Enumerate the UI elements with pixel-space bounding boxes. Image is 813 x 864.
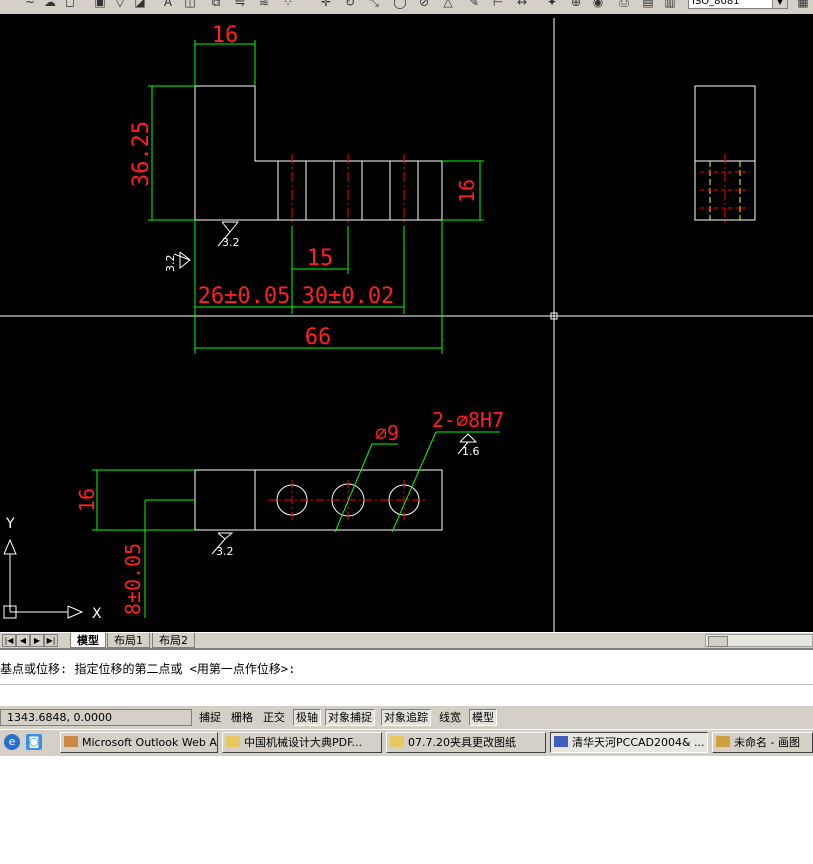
task-folder-drawings-label: 07.7.20夹具更改图纸 <box>408 736 516 749</box>
dim-height: 36.25 <box>129 121 154 187</box>
outlook-icon <box>64 736 78 747</box>
taskbar: e ◙ Microsoft Outlook Web A... 中国机械设计大典P… <box>0 729 813 756</box>
model-toggle[interactable]: 模型 <box>469 709 497 726</box>
hatch-icon[interactable]: ▽ <box>112 0 128 10</box>
layout-icon[interactable]: ▤ <box>640 0 656 10</box>
revcloud-icon[interactable]: ☁ <box>42 0 58 10</box>
command-window[interactable]: 基点或位移: 指定位移的第二点或 <用第一点作位移>: <box>0 648 813 707</box>
task-folder-pdf[interactable]: 中国机械设计大典PDF... <box>222 732 382 753</box>
array-icon[interactable]: ⁘ <box>280 0 296 10</box>
pccad-icon <box>554 736 568 747</box>
polar-toggle[interactable]: 极轴 <box>293 709 321 726</box>
plan-view <box>194 469 443 531</box>
spline-icon[interactable]: ~ <box>22 0 38 10</box>
next-tab-icon[interactable]: ▶ <box>30 634 44 647</box>
dim-hole-spec: 2-⌀8H7 <box>432 408 504 432</box>
properties-icon[interactable]: ◉ <box>590 0 606 10</box>
coordinates-readout: 1343.6848, 0.0000 <box>0 709 192 726</box>
task-folder-drawings[interactable]: 07.7.20夹具更改图纸 <box>386 732 546 753</box>
linetype-icon[interactable]: ▦ <box>795 0 811 10</box>
horizontal-scrollbar[interactable] <box>705 634 813 647</box>
side-view <box>694 85 756 226</box>
task-outlook[interactable]: Microsoft Outlook Web A... <box>60 732 218 753</box>
tab-model[interactable]: 模型 <box>70 633 106 648</box>
command-input-divider <box>0 684 813 685</box>
scale-icon[interactable]: ⤡ <box>366 0 382 10</box>
gradient-icon[interactable]: ◪ <box>132 0 148 10</box>
rotate-icon[interactable]: ↻ <box>342 0 358 10</box>
osnap-toggle[interactable]: 对象捕捉 <box>325 709 375 726</box>
plot-icon[interactable]: ▥ <box>662 0 678 10</box>
tangent-snap-icon[interactable]: ⊘ <box>416 0 432 10</box>
folder-icon <box>226 736 240 747</box>
roughness-3: 1.6 <box>462 445 480 458</box>
insert-icon[interactable]: ▣ <box>92 0 108 10</box>
dim-plan-offset: 8±0.05 <box>121 543 145 615</box>
move-icon[interactable]: ✛ <box>318 0 334 10</box>
lineweight-toggle[interactable]: 线宽 <box>436 709 464 726</box>
circle-snap-icon[interactable]: ◯ <box>392 0 408 10</box>
task-paint[interactable]: 未命名 - 画图 <box>712 732 813 753</box>
roughness-symbols <box>173 221 478 555</box>
quicklaunch-icon[interactable]: ◙ <box>26 734 42 750</box>
tab-layout2[interactable]: 布局2 <box>152 633 195 648</box>
paint-icon <box>716 736 730 747</box>
dim-step-height: 16 <box>455 179 479 203</box>
triangle-icon[interactable]: △ <box>440 0 456 10</box>
status-bar: 1343.6848, 0.0000 捕捉 栅格 正交 极轴 对象捕捉 对象追踪 … <box>0 705 813 730</box>
measure-icon[interactable]: ⊢ <box>490 0 506 10</box>
dim-26: 26±0.05 <box>198 284 291 309</box>
last-tab-icon[interactable]: ▶| <box>44 634 58 647</box>
scroll-thumb[interactable] <box>708 636 728 647</box>
offset-icon[interactable]: ≋ <box>256 0 272 10</box>
text-icon[interactable]: A <box>160 0 176 10</box>
region-icon[interactable]: ◫ <box>182 0 198 10</box>
ucs-icon <box>3 538 84 619</box>
print-icon[interactable]: ⎙ <box>616 0 632 10</box>
tab-layout1[interactable]: 布局1 <box>107 633 150 648</box>
ortho-toggle[interactable]: 正交 <box>260 709 288 726</box>
roughness-4: 3.2 <box>216 545 234 558</box>
copy-icon[interactable]: ⧉ <box>208 0 224 10</box>
task-pccad-label: 清华天河PCCAD2004& ... <box>572 736 705 749</box>
dim-hole-dia: ⌀9 <box>375 421 399 445</box>
roughness-1: 3.2 <box>222 236 240 249</box>
toolbar: ⌒ ~ ☁ ◻ ▣ ▽ ◪ A ◫ ⧉ ⇋ ≋ ⁘ ✛ ↻ ⤡ ◯ ⊘ △ ✎ … <box>0 0 813 15</box>
arc-icon[interactable]: ⌒ <box>2 0 18 10</box>
task-paint-label: 未命名 - 画图 <box>734 736 800 749</box>
folder-icon <box>390 736 404 747</box>
drawing-canvas[interactable]: 16 36.25 16 15 26±0.05 30±0.02 66 3.2 3.… <box>0 14 813 632</box>
layout-tabbar: |◀ ◀ ▶ ▶| 模型 布局1 布局2 <box>0 632 813 649</box>
dimension-icon[interactable]: ↔ <box>514 0 530 10</box>
ucs-y-label: Y <box>5 516 15 532</box>
mirror-icon[interactable]: ⇋ <box>232 0 248 10</box>
roughness-2: 3.2 <box>164 255 177 273</box>
ucs-x-label: X <box>92 606 102 622</box>
command-prompt-text: 基点或位移: 指定位移的第二点或 <用第一点作位移>: <box>0 662 296 676</box>
chevron-down-icon[interactable]: ▼ <box>772 0 788 9</box>
task-pccad[interactable]: 清华天河PCCAD2004& ... <box>550 732 708 753</box>
dim-plan-height: 16 <box>75 488 99 512</box>
zoom-icon[interactable]: ⊕ <box>568 0 584 10</box>
prev-tab-icon[interactable]: ◀ <box>16 634 30 647</box>
snap-toggle[interactable]: 捕捉 <box>196 709 224 726</box>
dim-top-width: 16 <box>212 23 239 48</box>
front-view <box>194 85 443 226</box>
dim-hole-pitch: 15 <box>307 246 334 271</box>
drawing-svg[interactable]: 16 36.25 16 15 26±0.05 30±0.02 66 3.2 3.… <box>0 14 813 632</box>
plan-dimensions <box>92 431 500 618</box>
task-outlook-label: Microsoft Outlook Web A... <box>82 736 218 749</box>
grid-toggle[interactable]: 栅格 <box>228 709 256 726</box>
highlight-icon[interactable]: ✦ <box>544 0 560 10</box>
ie-icon[interactable]: e <box>4 734 20 750</box>
otrack-toggle[interactable]: 对象追踪 <box>381 709 431 726</box>
first-tab-icon[interactable]: |◀ <box>2 634 16 647</box>
dim-30: 30±0.02 <box>302 284 395 309</box>
dim-overall: 66 <box>305 325 332 350</box>
pencil-icon[interactable]: ✎ <box>466 0 482 10</box>
task-folder-pdf-label: 中国机械设计大典PDF... <box>244 736 363 749</box>
block-icon[interactable]: ◻ <box>62 0 78 10</box>
